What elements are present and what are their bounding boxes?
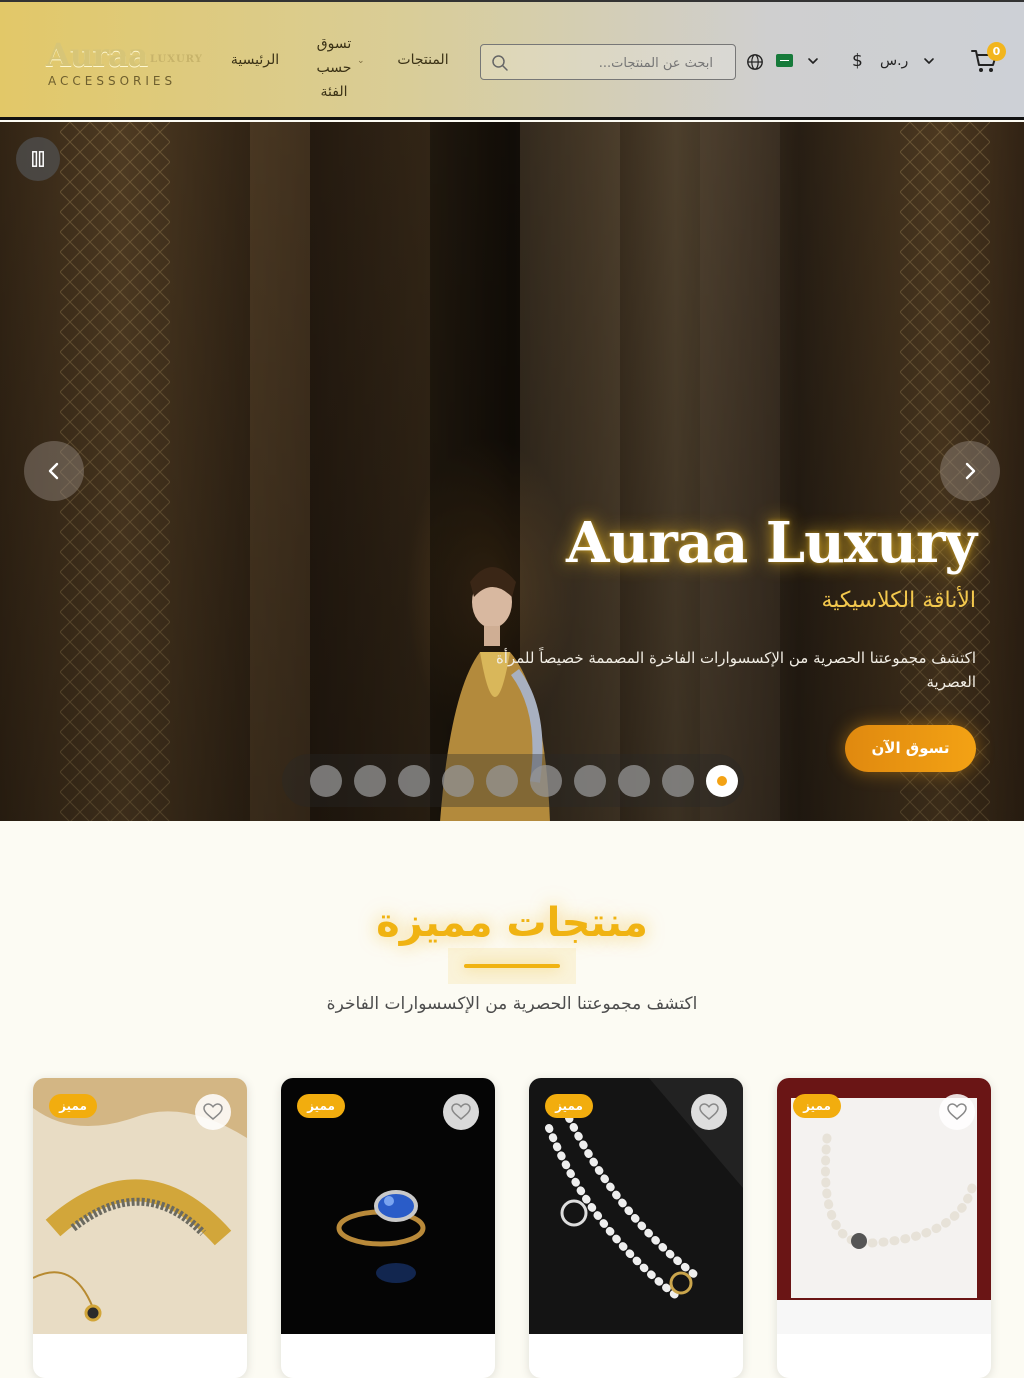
search-icon[interactable]	[491, 54, 509, 72]
product-card[interactable]: مميز	[33, 1078, 247, 1378]
hero-slider: Auraa Luxury الأناقة الكلاسيكية اكتشف مج…	[0, 122, 1024, 821]
slider-dot[interactable]	[530, 765, 562, 797]
chevron-left-icon	[48, 462, 59, 480]
search-box	[480, 44, 736, 80]
slider-prev-button[interactable]	[24, 441, 84, 501]
heart-icon	[203, 1103, 223, 1120]
chevron-down-icon	[924, 58, 934, 64]
currency-selector[interactable]: $ ر.س	[852, 51, 938, 73]
logo-wordmark: Auraa	[46, 36, 148, 74]
featured-badge: مميز	[297, 1094, 345, 1118]
hero-title: Auraa Luxury	[566, 510, 977, 576]
hero-subtitle: الأناقة الكلاسيكية	[821, 588, 976, 613]
nav-products-link[interactable]: المنتجات	[392, 52, 454, 68]
slider-dot[interactable]	[662, 765, 694, 797]
wishlist-button[interactable]	[443, 1094, 479, 1130]
slider-dot[interactable]	[398, 765, 430, 797]
hero-description: اكتشف مجموعتنا الحصرية من الإكسسوارات ال…	[495, 649, 976, 691]
slider-pause-button[interactable]	[16, 137, 60, 181]
slider-dot[interactable]	[574, 765, 606, 797]
logo-luxury-text: LUXURY	[150, 54, 203, 65]
currency-label: ر.س	[880, 53, 909, 69]
pause-icon	[32, 151, 44, 167]
slider-dot[interactable]	[310, 765, 342, 797]
slider-pagination	[282, 754, 744, 807]
slider-dot[interactable]	[442, 765, 474, 797]
slider-dot[interactable]	[354, 765, 386, 797]
wishlist-button[interactable]	[195, 1094, 231, 1130]
slider-dot[interactable]	[706, 765, 738, 797]
heart-icon	[699, 1103, 719, 1120]
nav-categories-link[interactable]: تسوق حسب الفئة	[306, 32, 362, 104]
heart-icon	[947, 1103, 967, 1120]
saudi-arabia-flag-icon	[776, 54, 793, 67]
shop-now-button[interactable]: تسوق الآن	[845, 725, 976, 772]
dollar-icon: $	[852, 51, 863, 71]
wishlist-button[interactable]	[691, 1094, 727, 1130]
slider-dot[interactable]	[618, 765, 650, 797]
logo-tagline: ACCESSORIES	[48, 74, 177, 88]
product-card[interactable]: مميز	[281, 1078, 495, 1378]
heart-icon	[451, 1103, 471, 1120]
featured-badge: مميز	[793, 1094, 841, 1118]
site-logo[interactable]: Auraa LUXURY ACCESSORIES	[46, 36, 206, 96]
cart-count-badge: 0	[987, 42, 1006, 61]
chevron-down-icon	[808, 58, 818, 64]
title-underline	[464, 964, 560, 968]
featured-badge: مميز	[545, 1094, 593, 1118]
globe-icon	[747, 54, 763, 70]
featured-section-title: منتجات مميزة	[376, 900, 648, 946]
site-header: Auraa LUXURY ACCESSORIES الرئيسية تسوق ح…	[0, 0, 1024, 120]
slider-next-button[interactable]	[940, 441, 1000, 501]
wishlist-button[interactable]	[939, 1094, 975, 1130]
cart-button[interactable]: 0	[970, 42, 1010, 78]
chevron-down-icon: ⌄	[357, 56, 365, 66]
slider-dot[interactable]	[486, 765, 518, 797]
chevron-right-icon	[965, 462, 976, 480]
product-card[interactable]: مميز	[777, 1078, 991, 1378]
search-input[interactable]	[521, 51, 729, 75]
featured-section-subtitle: اكتشف مجموعتنا الحصرية من الإكسسوارات ال…	[326, 994, 698, 1014]
language-selector[interactable]	[746, 51, 824, 73]
featured-badge: مميز	[49, 1094, 97, 1118]
nav-home-link[interactable]: الرئيسية	[226, 52, 284, 68]
product-card[interactable]: مميز	[529, 1078, 743, 1378]
